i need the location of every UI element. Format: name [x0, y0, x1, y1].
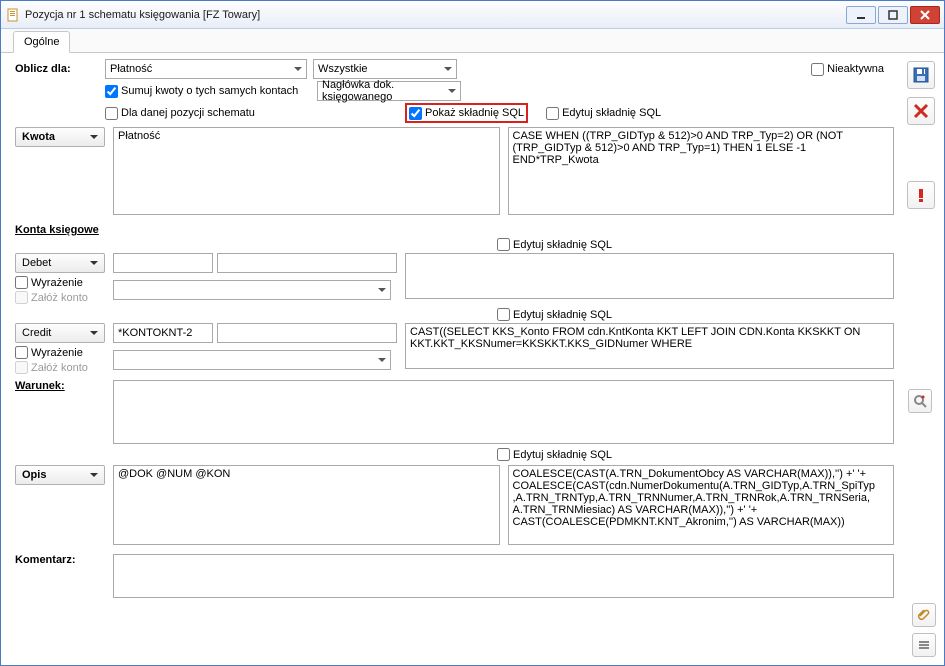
bottom-toolbar — [912, 603, 936, 657]
kwota-left-textarea[interactable] — [113, 127, 500, 215]
sum-checkbox[interactable]: Sumuj kwoty o tych samych kontach — [105, 85, 307, 98]
kwota-dropdown-button[interactable]: Kwota — [15, 127, 105, 147]
dla-checkbox[interactable]: Dla danej pozycji schematu — [105, 107, 307, 120]
credit-row: Credit Wyrażenie Załóż konto — [15, 323, 894, 374]
close-button[interactable] — [910, 6, 940, 24]
credit-input-2[interactable] — [217, 323, 397, 343]
side-toolbar — [906, 61, 936, 209]
oblicz-select-2[interactable]: Wszystkie — [313, 59, 457, 79]
inactive-checkbox[interactable]: Nieaktywna — [811, 63, 884, 76]
opis-right-textarea[interactable] — [508, 465, 895, 545]
komentarz-textarea[interactable] — [113, 554, 894, 598]
warning-icon-button[interactable] — [907, 181, 935, 209]
document-icon — [5, 7, 21, 23]
edytuj-sql-opis-checkbox[interactable]: Edytuj składnię SQL — [497, 448, 612, 461]
header-select[interactable]: Nagłówka dok. księgowanego — [317, 81, 461, 101]
warunek-section: Warunek: — [15, 380, 894, 444]
edytuj-sql-kwota-checkbox[interactable]: Edytuj składnię SQL — [546, 107, 661, 120]
komentarz-label: Komentarz: — [15, 554, 76, 566]
debet-zaloz-checkbox: Załóż konto — [15, 291, 99, 304]
warunek-textarea[interactable] — [113, 380, 894, 444]
maximize-button[interactable] — [878, 6, 908, 24]
komentarz-section: Komentarz: — [15, 554, 894, 598]
cancel-button[interactable] — [907, 97, 935, 125]
attach-button[interactable] — [912, 603, 936, 627]
content-area: Oblicz dla: Płatność Wszystkie Nieaktywn… — [1, 53, 944, 608]
save-button[interactable] — [907, 61, 935, 89]
debet-combo[interactable] — [113, 280, 391, 300]
credit-combo[interactable] — [113, 350, 391, 370]
minimize-button[interactable] — [846, 6, 876, 24]
warunek-label: Warunek: — [15, 380, 65, 392]
debet-sql-textarea[interactable] — [405, 253, 894, 299]
edytuj-sql-debet-checkbox[interactable]: Edytuj składnię SQL — [497, 238, 612, 251]
edytuj-sql-credit-checkbox[interactable]: Edytuj składnię SQL — [497, 308, 612, 321]
search-warunek-button[interactable] — [908, 389, 932, 413]
oblicz-label: Oblicz dla: — [15, 63, 105, 75]
konta-section-title: Konta księgowe — [15, 224, 894, 236]
tab-general[interactable]: Ogólne — [13, 31, 70, 53]
titlebar: Pozycja nr 1 schematu księgowania [FZ To… — [1, 1, 944, 29]
highlight-box: Pokaż składnię SQL — [405, 103, 528, 123]
kwota-section: Kwota — [15, 127, 894, 218]
window-title: Pozycja nr 1 schematu księgowania [FZ To… — [25, 9, 260, 21]
tab-strip: Ogólne — [1, 29, 944, 53]
kwota-right-textarea[interactable] — [508, 127, 895, 215]
list-button[interactable] — [912, 633, 936, 657]
opis-left-textarea[interactable] — [113, 465, 500, 545]
opis-dropdown-button[interactable]: Opis — [15, 465, 105, 485]
debet-input-1[interactable] — [113, 253, 213, 273]
debet-row: Debet Wyrażenie Załóż konto — [15, 253, 894, 304]
credit-sql-textarea[interactable] — [405, 323, 894, 369]
pokaz-sql-checkbox[interactable]: Pokaż składnię SQL — [409, 107, 524, 120]
oblicz-select-1[interactable]: Płatność — [105, 59, 307, 79]
credit-input-1[interactable] — [113, 323, 213, 343]
debet-input-2[interactable] — [217, 253, 397, 273]
debet-wyrazenie-checkbox[interactable]: Wyrażenie — [15, 276, 99, 289]
credit-dropdown-button[interactable]: Credit — [15, 323, 105, 343]
opis-section: Opis — [15, 465, 894, 548]
credit-wyrazenie-checkbox[interactable]: Wyrażenie — [15, 346, 99, 359]
credit-zaloz-checkbox: Załóż konto — [15, 361, 99, 374]
debet-dropdown-button[interactable]: Debet — [15, 253, 105, 273]
